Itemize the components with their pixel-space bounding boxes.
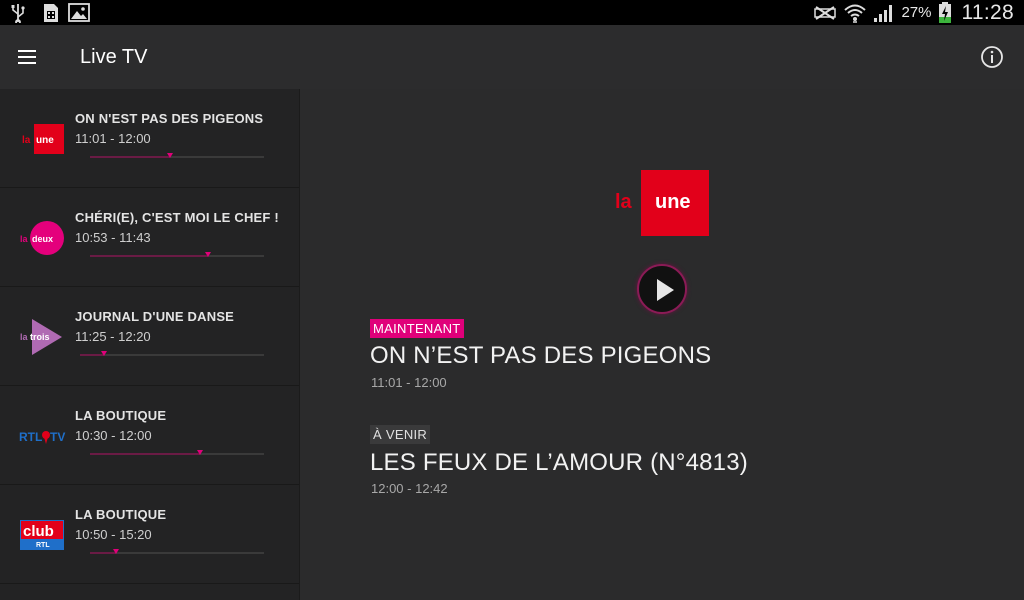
now-badge: MAINTENANT xyxy=(370,319,464,338)
la-deux-logo: la deux xyxy=(20,221,64,255)
svg-text:la: la xyxy=(20,234,29,244)
sim-icon xyxy=(44,4,58,22)
hamburger-menu-icon[interactable] xyxy=(16,45,40,69)
svg-text:la: la xyxy=(22,135,31,146)
play-button[interactable] xyxy=(637,264,687,314)
svg-text:une: une xyxy=(36,135,54,146)
signal-icon xyxy=(874,4,893,22)
channel-program-title: ON N'EST PAS DES PIGEONS xyxy=(75,111,264,126)
battery-percent: 27% xyxy=(901,4,932,21)
program-progress-bar xyxy=(90,252,264,257)
info-icon[interactable] xyxy=(980,45,1004,69)
svg-text:RTL: RTL xyxy=(36,542,50,549)
svg-text:une: une xyxy=(655,191,691,213)
channel-program-time: 10:50 - 15:20 xyxy=(75,527,152,542)
channel-program-time: 11:25 - 12:20 xyxy=(75,329,151,344)
now-program-title: ON N’EST PAS DES PIGEONS xyxy=(370,342,712,369)
program-progress-bar xyxy=(80,351,264,356)
channel-item-club-rtl[interactable]: club RTL LA BOUTIQUE 10:50 - 15:20 xyxy=(0,485,299,584)
channel-item-rtl-tvi[interactable]: RTL TVI LA BOUTIQUE 10:30 - 12:00 xyxy=(0,386,299,485)
channel-program-title: CHÉRI(E), C'EST MOI LE CHEF ! xyxy=(75,210,279,225)
la-trois-logo: la trois xyxy=(20,319,62,355)
channel-item-la-une[interactable]: la une ON N'EST PAS DES PIGEONS 11:01 - … xyxy=(0,89,299,188)
channel-program-time: 11:01 - 12:00 xyxy=(75,131,151,146)
mute-icon xyxy=(814,5,837,20)
wifi-icon xyxy=(844,4,867,23)
battery-charging-icon xyxy=(938,1,951,23)
channel-list: la une ON N'EST PAS DES PIGEONS 11:01 - … xyxy=(0,89,300,600)
channel-program-title: JOURNAL D'UNE DANSE xyxy=(75,309,235,324)
channel-item-la-trois[interactable]: la trois JOURNAL D'UNE DANSE 11:25 - 12:… xyxy=(0,287,299,386)
upcoming-badge: À VENIR xyxy=(370,425,431,444)
svg-text:la: la xyxy=(20,332,29,342)
svg-text:TVI: TVI xyxy=(50,430,66,444)
image-icon xyxy=(68,3,90,22)
la-une-logo: la une xyxy=(22,124,64,154)
svg-text:RTL: RTL xyxy=(19,430,42,444)
page-title: Live TV xyxy=(80,46,148,68)
channel-program-time: 10:30 - 12:00 xyxy=(75,428,152,443)
svg-text:la: la xyxy=(615,191,633,213)
upcoming-program-time: 12:00 - 12:42 xyxy=(371,481,448,496)
upcoming-program-title: LES FEUX DE L’AMOUR (N°4813) xyxy=(370,449,748,476)
svg-text:deux: deux xyxy=(32,234,53,244)
clock: 11:28 xyxy=(961,0,1014,24)
now-program-time: 11:01 - 12:00 xyxy=(371,375,447,390)
program-progress-bar xyxy=(90,549,264,554)
svg-text:trois: trois xyxy=(30,332,50,342)
app-bar: Live TV xyxy=(0,25,1024,89)
club-rtl-logo: club RTL xyxy=(20,520,64,550)
la-une-logo-large: la une xyxy=(615,170,709,236)
channel-detail: la une MAINTENANT ON N’EST PAS DES PIGEO… xyxy=(301,89,1024,600)
program-progress-bar xyxy=(90,450,264,455)
channel-program-title: LA BOUTIQUE xyxy=(75,408,167,423)
channel-program-time: 10:53 - 11:43 xyxy=(75,230,151,245)
play-icon xyxy=(657,279,674,301)
channel-item-la-deux[interactable]: la deux CHÉRI(E), C'EST MOI LE CHEF ! 10… xyxy=(0,188,299,287)
usb-icon xyxy=(11,4,25,23)
svg-text:club: club xyxy=(23,523,54,540)
program-progress-bar xyxy=(90,153,264,158)
status-bar: 27% 11:28 xyxy=(0,0,1024,25)
rtl-tvi-logo: RTL TVI xyxy=(19,430,66,444)
channel-program-title: LA BOUTIQUE xyxy=(75,507,167,522)
